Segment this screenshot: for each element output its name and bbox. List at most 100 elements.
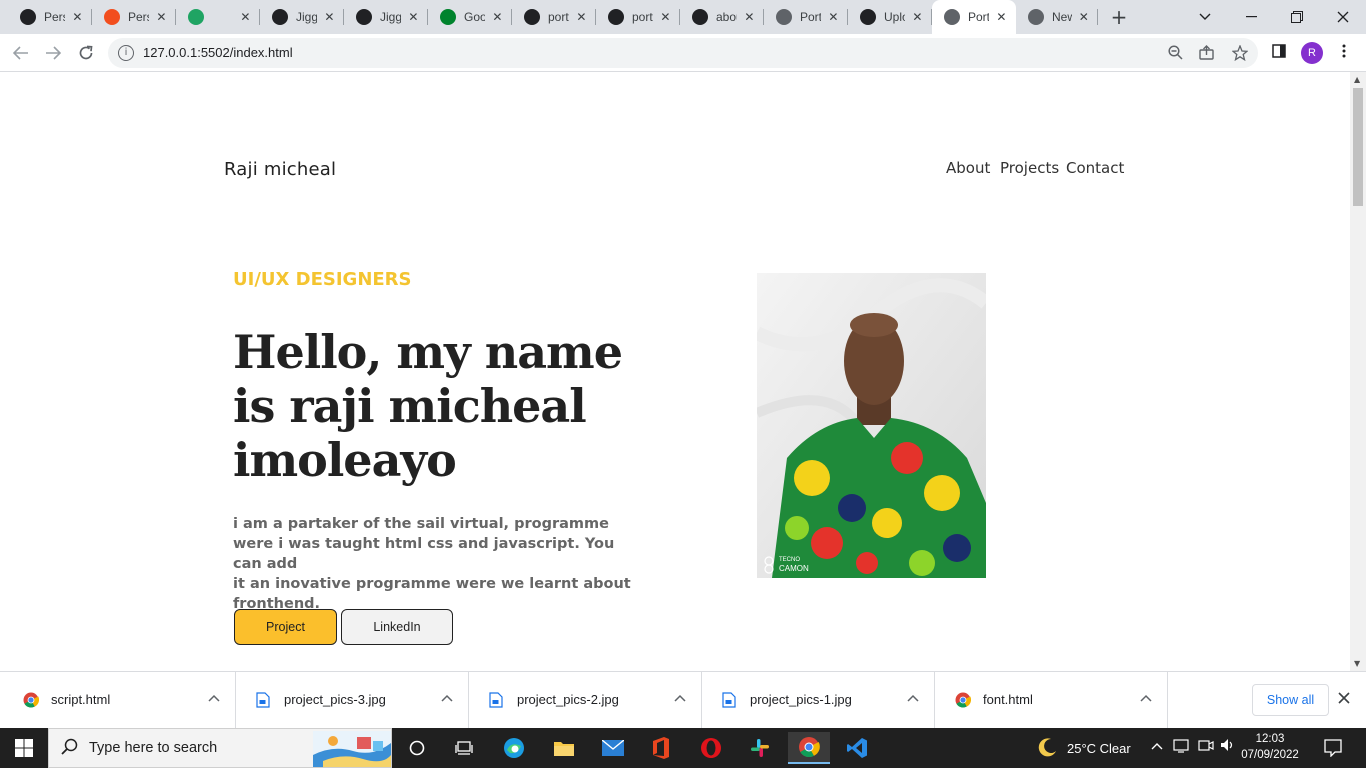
share-icon[interactable] xyxy=(1199,45,1215,61)
browser-tab[interactable]: Google ✕ xyxy=(428,0,512,34)
profile-avatar[interactable]: R xyxy=(1301,42,1323,64)
reload-button[interactable] xyxy=(73,40,99,66)
chevron-up-icon[interactable] xyxy=(674,691,686,705)
address-bar[interactable]: i 127.0.0.1:5502/index.html xyxy=(108,38,1258,68)
tab-title[interactable]: Jiggy xyxy=(380,10,401,24)
taskbar-search[interactable]: Type here to search xyxy=(48,728,392,768)
page-scrollbar[interactable]: ▲ ▼ xyxy=(1350,72,1366,671)
side-panel-button[interactable] xyxy=(1268,42,1290,64)
weather-moon-icon[interactable] xyxy=(1036,736,1058,762)
tab-title[interactable]: Portfolio xyxy=(968,10,989,24)
browser-tab[interactable]: Personal ✕ xyxy=(92,0,176,34)
tab-title[interactable]: portfolio xyxy=(632,10,653,24)
nav-link-contact[interactable]: Contact xyxy=(1066,159,1124,177)
tab-close-icon[interactable]: ✕ xyxy=(71,10,84,24)
tab-close-icon[interactable]: ✕ xyxy=(1078,10,1090,24)
minimize-button[interactable] xyxy=(1228,0,1274,34)
browser-tab[interactable]: Jiggy ✕ xyxy=(344,0,428,34)
menu-button[interactable] xyxy=(1333,42,1355,64)
tab-title[interactable]: Upload xyxy=(884,10,905,24)
scroll-up-arrow-icon[interactable]: ▲ xyxy=(1354,75,1360,84)
tab-title[interactable]: about xyxy=(716,10,737,24)
show-all-downloads-button[interactable]: Show all xyxy=(1252,684,1329,716)
meet-now-icon[interactable] xyxy=(1198,738,1214,756)
download-item[interactable]: project_pics-3.jpg xyxy=(236,672,469,729)
opera-app[interactable] xyxy=(690,732,732,764)
chevron-up-icon[interactable] xyxy=(907,691,919,705)
url-text[interactable]: 127.0.0.1:5502/index.html xyxy=(143,45,293,60)
download-item[interactable]: script.html xyxy=(3,672,236,729)
browser-tab[interactable]: portfolio ✕ xyxy=(596,0,680,34)
browser-tab[interactable]: Personal ✕ xyxy=(8,0,92,34)
mail-app[interactable] xyxy=(592,732,634,764)
edge-app[interactable] xyxy=(493,732,535,764)
chevron-up-icon[interactable] xyxy=(1151,738,1163,754)
project-button[interactable]: Project xyxy=(234,609,337,645)
chrome-app[interactable] xyxy=(788,732,830,764)
tab-title[interactable]: Jiggy xyxy=(296,10,317,24)
tab-title[interactable]: Portfolio xyxy=(800,10,821,24)
close-window-button[interactable] xyxy=(1320,0,1366,34)
vscode-app[interactable] xyxy=(836,732,878,764)
site-info-icon[interactable]: i xyxy=(118,45,134,61)
browser-tab[interactable]: portfolio ✕ xyxy=(512,0,596,34)
restore-button[interactable] xyxy=(1274,0,1320,34)
download-filename[interactable]: script.html xyxy=(51,692,110,707)
task-view-button[interactable] xyxy=(396,732,438,764)
browser-tab[interactable]: Portfolio ✕ xyxy=(764,0,848,34)
chevron-up-icon[interactable] xyxy=(1140,691,1152,705)
office-app[interactable] xyxy=(640,732,682,764)
browser-tab[interactable]: Jiggy ✕ xyxy=(260,0,344,34)
new-tab-button[interactable]: + xyxy=(1108,6,1130,28)
download-item[interactable]: font.html xyxy=(935,672,1168,729)
tab-close-icon[interactable]: ✕ xyxy=(239,10,252,24)
zoom-icon[interactable] xyxy=(1167,45,1183,61)
taskbar-clock[interactable]: 12:03 07/09/2022 xyxy=(1240,731,1300,763)
task-view-button[interactable] xyxy=(443,732,485,764)
nav-link-about[interactable]: About xyxy=(946,159,990,177)
tab-title[interactable]: New Tab xyxy=(1052,10,1072,24)
tab-close-icon[interactable]: ✕ xyxy=(323,10,336,24)
download-item[interactable]: project_pics-1.jpg xyxy=(702,672,935,729)
download-filename[interactable]: project_pics-3.jpg xyxy=(284,692,386,707)
browser-tab[interactable]: about ✕ xyxy=(680,0,764,34)
tab-close-icon[interactable]: ✕ xyxy=(743,10,756,24)
notifications-icon[interactable] xyxy=(1323,737,1343,761)
chevron-up-icon[interactable] xyxy=(208,691,220,705)
tab-close-icon[interactable]: ✕ xyxy=(995,10,1008,24)
weather-text[interactable]: 25°C Clear xyxy=(1067,741,1131,756)
tab-title[interactable]: Personal xyxy=(44,10,65,24)
browser-tab[interactable]: ✕ xyxy=(176,0,260,34)
slack-app[interactable] xyxy=(739,732,781,764)
tab-title[interactable]: Google xyxy=(464,10,485,24)
back-button[interactable] xyxy=(8,40,34,66)
tab-title[interactable]: portfolio xyxy=(548,10,569,24)
download-filename[interactable]: project_pics-1.jpg xyxy=(750,692,852,707)
tab-title[interactable]: Personal xyxy=(128,10,149,24)
tab-close-icon[interactable]: ✕ xyxy=(491,10,504,24)
linkedin-button[interactable]: LinkedIn xyxy=(341,609,453,645)
forward-button[interactable] xyxy=(40,40,66,66)
scroll-down-arrow-icon[interactable]: ▼ xyxy=(1354,659,1360,668)
scrollbar-thumb[interactable] xyxy=(1353,88,1363,206)
tab-close-icon[interactable]: ✕ xyxy=(155,10,168,24)
close-shelf-button[interactable] xyxy=(1338,689,1350,708)
file-explorer-app[interactable] xyxy=(543,732,585,764)
site-brand[interactable]: Raji micheal xyxy=(224,159,336,180)
bookmark-star-icon[interactable] xyxy=(1231,44,1249,62)
download-filename[interactable]: font.html xyxy=(983,692,1033,707)
tab-close-icon[interactable]: ✕ xyxy=(911,10,924,24)
tab-search-button[interactable] xyxy=(1182,0,1228,34)
chevron-up-icon[interactable] xyxy=(441,691,453,705)
volume-icon[interactable] xyxy=(1220,738,1236,756)
tab-close-icon[interactable]: ✕ xyxy=(827,10,840,24)
network-icon[interactable] xyxy=(1173,738,1191,758)
nav-link-projects[interactable]: Projects xyxy=(1000,159,1059,177)
tab-close-icon[interactable]: ✕ xyxy=(575,10,588,24)
download-filename[interactable]: project_pics-2.jpg xyxy=(517,692,619,707)
search-placeholder[interactable]: Type here to search xyxy=(89,740,217,756)
tab-close-icon[interactable]: ✕ xyxy=(407,10,420,24)
download-item[interactable]: project_pics-2.jpg xyxy=(469,672,702,729)
start-button[interactable] xyxy=(0,728,48,768)
browser-tab[interactable]: Portfolio ✕ xyxy=(932,0,1016,34)
